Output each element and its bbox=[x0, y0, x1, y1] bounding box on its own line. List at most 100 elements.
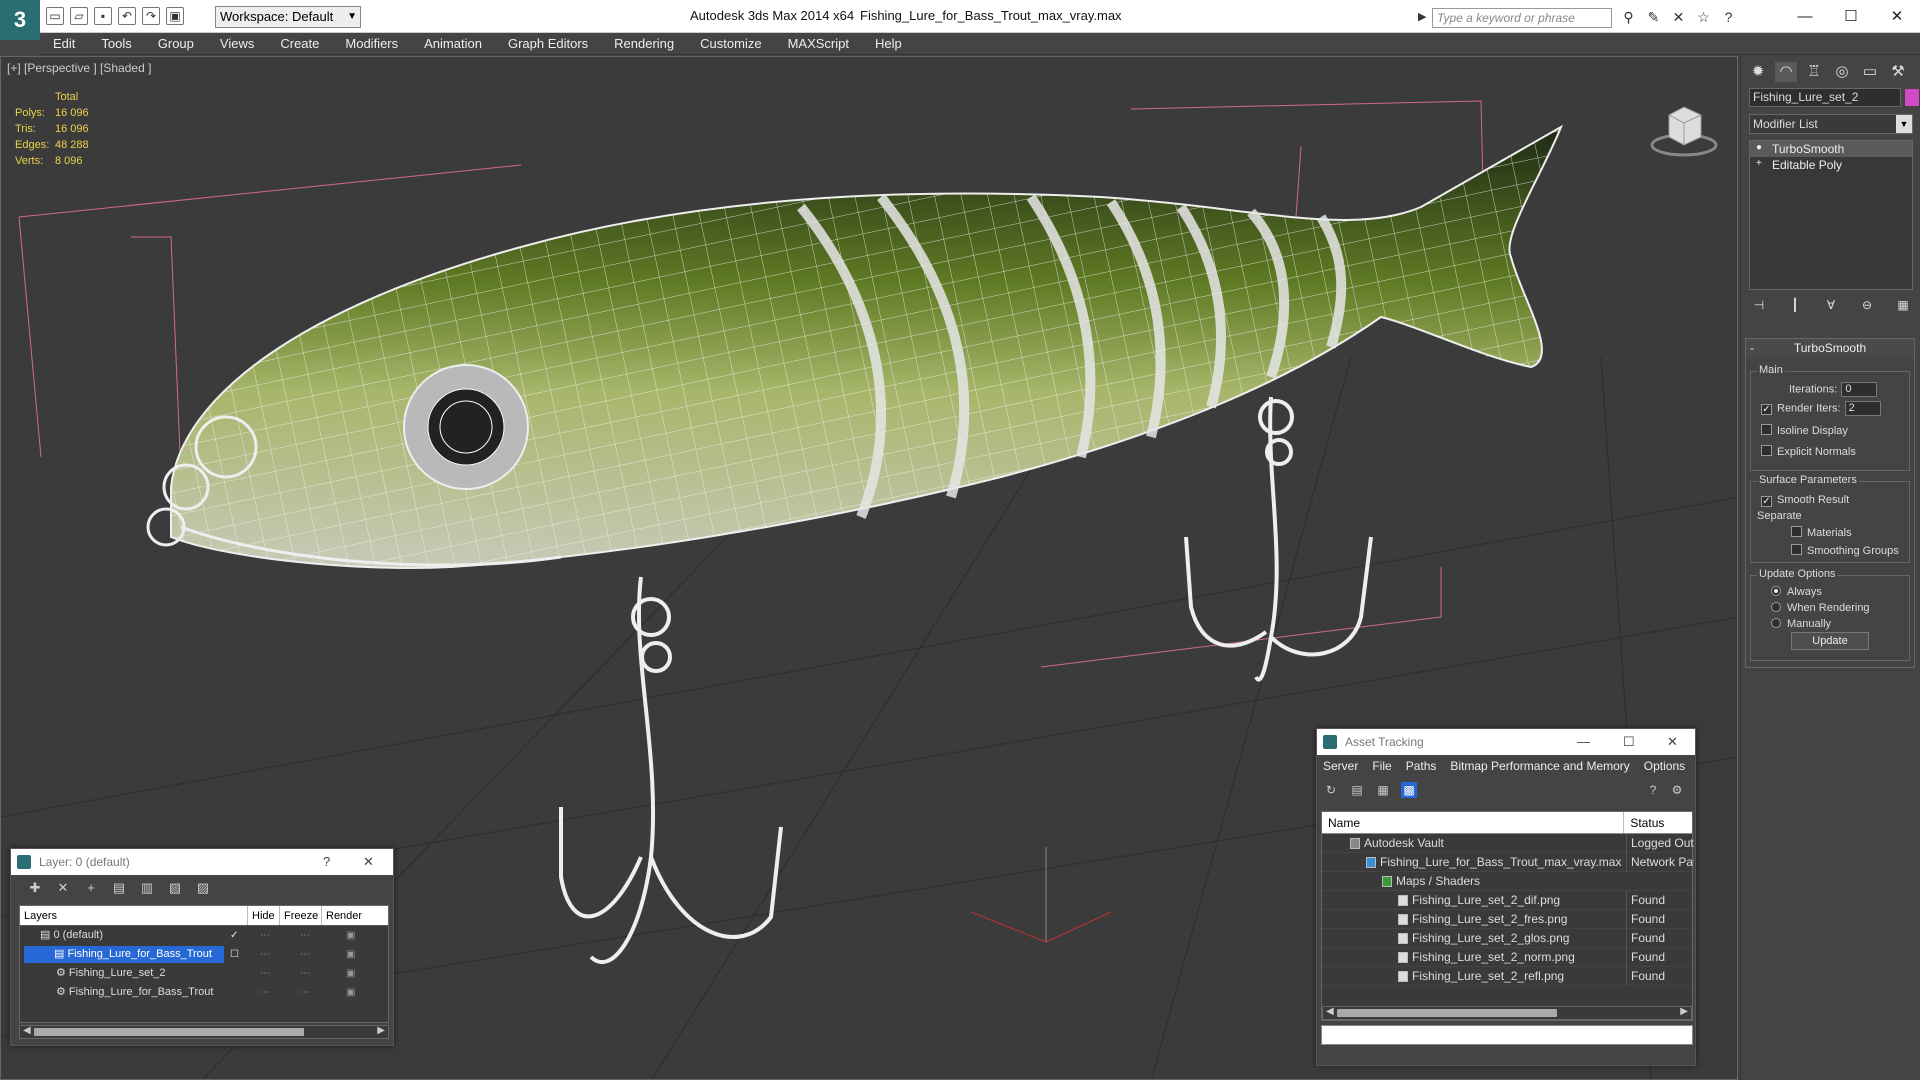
menu-animation[interactable]: Animation bbox=[411, 36, 495, 51]
asset-path-field[interactable] bbox=[1321, 1025, 1693, 1045]
menu-edit[interactable]: Edit bbox=[40, 36, 88, 51]
layer-window-titlebar[interactable]: Layer: 0 (default) ? ✕ bbox=[11, 849, 393, 875]
chevron-right-icon[interactable]: ▶ bbox=[1418, 10, 1426, 23]
communication-icon[interactable]: ✕ bbox=[1670, 9, 1687, 26]
make-unique-icon[interactable]: ∀ bbox=[1821, 296, 1841, 314]
scroll-left-icon[interactable]: ◀ bbox=[1326, 1006, 1334, 1017]
project-folder-icon[interactable]: ▣ bbox=[166, 7, 184, 25]
menu-graph-editors[interactable]: Graph Editors bbox=[495, 36, 601, 51]
lightbulb-icon[interactable]: ● bbox=[1756, 143, 1766, 153]
column-status[interactable]: Status bbox=[1624, 812, 1692, 833]
layer-row[interactable]: ▤ Fishing_Lure_for_Bass_Trout ☐ ⋯ ⋯ ▣ bbox=[20, 945, 388, 964]
close-icon[interactable]: ✕ bbox=[363, 849, 374, 875]
menu-rendering[interactable]: Rendering bbox=[601, 36, 687, 51]
add-to-layer-icon[interactable]: + bbox=[83, 880, 99, 896]
current-layer-checkbox[interactable]: ☐ bbox=[230, 945, 239, 964]
asset-row[interactable]: Maps / Shaders bbox=[1322, 872, 1692, 891]
asset-window-titlebar[interactable]: Asset Tracking — ☐ ✕ bbox=[1317, 729, 1695, 755]
freeze-toggle[interactable]: ⋯ bbox=[300, 964, 310, 983]
list-view-icon[interactable]: ▤ bbox=[1349, 782, 1365, 798]
render-toggle-icon[interactable]: ▣ bbox=[346, 964, 355, 983]
when-rendering-radio[interactable] bbox=[1771, 602, 1781, 612]
hide-toggle[interactable]: ⋯ bbox=[260, 926, 270, 945]
object-color-swatch[interactable] bbox=[1905, 89, 1919, 106]
iterations-spinner[interactable]: 0 bbox=[1841, 382, 1878, 397]
freeze-toggle[interactable]: ⋯ bbox=[300, 945, 310, 964]
help-icon[interactable]: ? bbox=[1720, 9, 1737, 26]
asset-row[interactable]: Fishing_Lure_set_2_norm.png Found bbox=[1322, 948, 1692, 967]
subscription-icon[interactable]: ✎ bbox=[1645, 9, 1662, 26]
refresh-icon[interactable]: ↻ bbox=[1323, 782, 1339, 798]
motion-tab-icon[interactable]: ◎ bbox=[1831, 62, 1853, 82]
column-freeze[interactable]: Freeze bbox=[280, 906, 322, 925]
render-toggle-icon[interactable]: ▣ bbox=[346, 926, 355, 945]
show-end-result-icon[interactable]: ┃ bbox=[1785, 296, 1805, 314]
column-hide[interactable]: Hide bbox=[248, 906, 280, 925]
search-input[interactable]: Type a keyword or phrase bbox=[1432, 8, 1612, 28]
open-file-icon[interactable]: ▱ bbox=[70, 7, 88, 25]
smooth-result-checkbox[interactable]: ✓ bbox=[1761, 496, 1772, 507]
redo-icon[interactable]: ↷ bbox=[142, 7, 160, 25]
rollout-header[interactable]: - TurboSmooth bbox=[1746, 339, 1914, 357]
create-layer-icon[interactable]: ✚ bbox=[27, 880, 43, 896]
render-toggle-icon[interactable]: ▣ bbox=[346, 983, 355, 1002]
delete-layer-icon[interactable]: ✕ bbox=[55, 880, 71, 896]
asset-menu-bitmap[interactable]: Bitmap Performance and Memory bbox=[1450, 759, 1629, 773]
render-iters-checkbox[interactable]: ✓ bbox=[1761, 404, 1772, 416]
menu-customize[interactable]: Customize bbox=[687, 36, 774, 51]
menu-maxscript[interactable]: MAXScript bbox=[775, 36, 862, 51]
app-logo-icon[interactable]: 3 bbox=[0, 0, 40, 40]
smoothing-groups-checkbox[interactable] bbox=[1791, 544, 1802, 555]
utilities-tab-icon[interactable]: ⚒ bbox=[1887, 62, 1909, 82]
freeze-toggle[interactable]: ⋯ bbox=[300, 926, 310, 945]
asset-menu-paths[interactable]: Paths bbox=[1406, 759, 1437, 773]
maximize-icon[interactable]: ☐ bbox=[1623, 729, 1635, 755]
minimize-icon[interactable]: — bbox=[1782, 0, 1828, 32]
explicit-normals-checkbox[interactable] bbox=[1761, 445, 1772, 456]
menu-group[interactable]: Group bbox=[145, 36, 207, 51]
manually-radio[interactable] bbox=[1771, 618, 1781, 628]
settings-icon[interactable]: ⚙ bbox=[1669, 782, 1685, 798]
render-toggle-icon[interactable]: ▣ bbox=[346, 945, 355, 964]
scroll-right-icon[interactable]: ▶ bbox=[1680, 1006, 1688, 1017]
asset-menu-server[interactable]: Server bbox=[1323, 759, 1358, 773]
menu-views[interactable]: Views bbox=[207, 36, 267, 51]
select-in-layer-icon[interactable]: ▤ bbox=[111, 880, 127, 896]
minimize-icon[interactable]: — bbox=[1577, 729, 1590, 755]
favorites-icon[interactable]: ☆ bbox=[1695, 9, 1712, 26]
close-icon[interactable]: ✕ bbox=[1667, 729, 1678, 755]
asset-row[interactable]: Fishing_Lure_for_Bass_Trout_max_vray.max… bbox=[1322, 853, 1694, 872]
asset-horizontal-scrollbar[interactable]: ◀ ▶ bbox=[1322, 1006, 1692, 1020]
always-radio[interactable] bbox=[1771, 586, 1781, 596]
column-layers[interactable]: Layers bbox=[20, 906, 248, 925]
layer-row[interactable]: ⚙ Fishing_Lure_set_2 ⋯ ⋯ ▣ bbox=[20, 964, 388, 983]
menu-modifiers[interactable]: Modifiers bbox=[332, 36, 411, 51]
close-icon[interactable]: ✕ bbox=[1874, 0, 1920, 32]
scroll-right-icon[interactable]: ▶ bbox=[377, 1025, 385, 1036]
hide-all-layers-icon[interactable]: ▨ bbox=[195, 880, 211, 896]
layer-row[interactable]: ▤ 0 (default) ✓ ⋯ ⋯ ▣ bbox=[20, 926, 388, 945]
asset-row[interactable]: Fishing_Lure_set_2_glos.png Found bbox=[1322, 929, 1692, 948]
set-current-layer-icon[interactable]: ▧ bbox=[167, 880, 183, 896]
viewcube-icon[interactable] bbox=[1649, 95, 1719, 165]
isoline-checkbox[interactable] bbox=[1761, 424, 1772, 435]
save-icon[interactable]: ▪ bbox=[94, 7, 112, 25]
thumbnail-view-icon[interactable]: ▦ bbox=[1375, 782, 1391, 798]
asset-row[interactable]: Autodesk Vault Logged Out bbox=[1322, 834, 1694, 853]
hide-toggle[interactable]: ⋯ bbox=[260, 945, 270, 964]
asset-row[interactable]: Fishing_Lure_set_2_fres.png Found bbox=[1322, 910, 1692, 929]
asset-menu-file[interactable]: File bbox=[1372, 759, 1391, 773]
layer-row[interactable]: ⚙ Fishing_Lure_for_Bass_Trout ⋯ ⋯ ▣ bbox=[20, 983, 388, 1002]
menu-create[interactable]: Create bbox=[267, 36, 332, 51]
undo-icon[interactable]: ↶ bbox=[118, 7, 136, 25]
menu-help[interactable]: Help bbox=[862, 36, 915, 51]
scrollbar-thumb[interactable] bbox=[1337, 1009, 1557, 1017]
stack-item-turbosmooth[interactable]: ● TurboSmooth bbox=[1750, 141, 1912, 157]
column-render[interactable]: Render bbox=[322, 906, 364, 925]
create-tab-icon[interactable]: ✹ bbox=[1747, 62, 1769, 82]
workspace-dropdown[interactable]: Workspace: Default ▼ bbox=[215, 6, 361, 28]
expand-plus-icon[interactable]: + bbox=[1756, 159, 1766, 169]
column-name[interactable]: Name bbox=[1322, 812, 1625, 833]
configure-modifier-sets-icon[interactable]: ▦ bbox=[1893, 296, 1913, 314]
select-layer-icon[interactable]: ▥ bbox=[139, 880, 155, 896]
